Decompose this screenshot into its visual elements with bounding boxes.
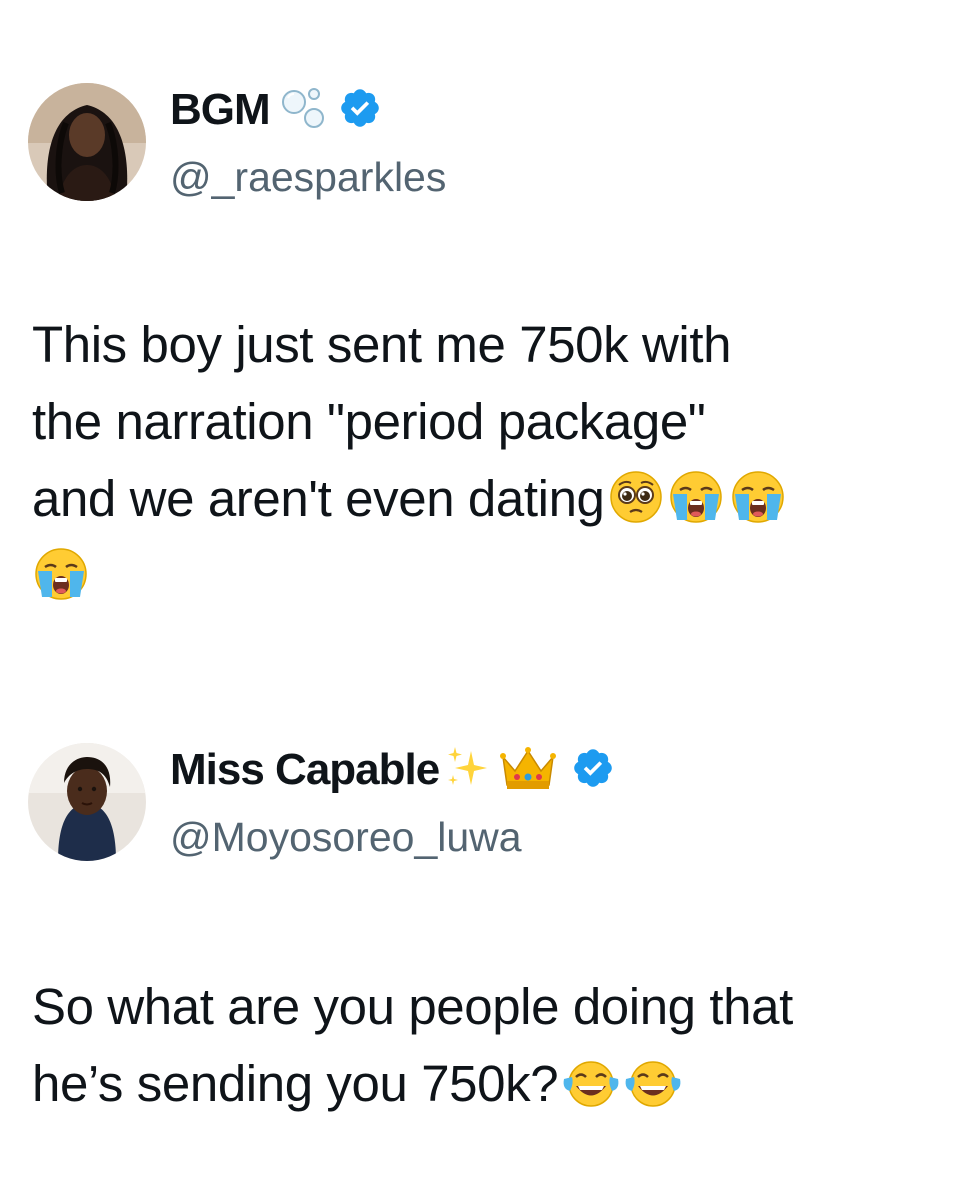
face-with-tears-of-joy-emoji-icon (562, 1059, 620, 1109)
verified-badge-icon (571, 746, 615, 795)
loudly-crying-face-emoji-icon (32, 547, 90, 601)
tweet-text-line: This boy just sent me 750k with (32, 316, 732, 373)
face-with-tears-of-joy-emoji-icon (624, 1059, 682, 1109)
tweet-text: So what are you people doing that he’s s… (32, 968, 937, 1122)
handle[interactable]: @_raesparkles (170, 154, 446, 201)
tweet-text-line: he’s sending you 750k? (32, 1045, 937, 1122)
avatar[interactable] (28, 743, 146, 861)
bubbles-emoji-icon (280, 86, 328, 135)
tweet-card: BGM @_raesparkles This boy just sent me … (0, 80, 961, 600)
pleading-face-emoji-icon (609, 470, 663, 524)
tweet-text-line: So what are you people doing that (32, 978, 793, 1035)
tweet-text-line: the narration "period package" (32, 393, 706, 450)
loudly-crying-face-emoji-icon (729, 470, 787, 524)
tweet-text: This boy just sent me 750k with the narr… (32, 306, 937, 614)
tweet-text-fragment: he’s sending you 750k? (32, 1055, 559, 1112)
name-row: Miss Capable (170, 740, 615, 800)
sparkles-emoji-icon (443, 743, 493, 798)
tweet-card: Miss Capable @Moyosoreo_luwa So what are… (0, 740, 961, 1112)
name-row: BGM (170, 80, 382, 140)
tweet-text-line (32, 537, 937, 614)
tweet-header: Miss Capable @Moyosoreo_luwa (0, 740, 961, 865)
display-name[interactable]: BGM (170, 85, 271, 135)
tweet-text-fragment: and we aren't even dating (32, 470, 605, 527)
tweet-text-line: and we aren't even dating (32, 460, 937, 537)
loudly-crying-face-emoji-icon (667, 470, 725, 524)
avatar[interactable] (28, 83, 146, 201)
verified-badge-icon (338, 86, 382, 135)
display-name[interactable]: Miss Capable (170, 745, 440, 795)
tweet-header: BGM @_raesparkles (0, 80, 961, 205)
crown-emoji-icon (499, 743, 557, 798)
handle[interactable]: @Moyosoreo_luwa (170, 814, 522, 861)
